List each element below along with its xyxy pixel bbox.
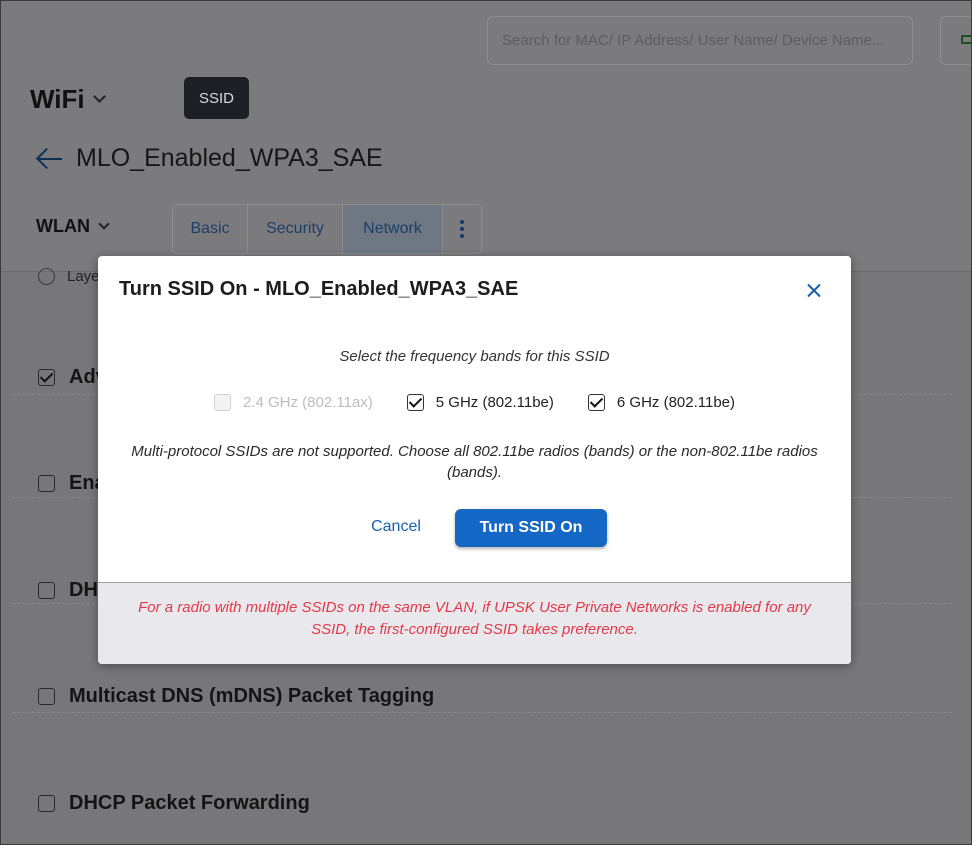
window-border [0,0,972,845]
